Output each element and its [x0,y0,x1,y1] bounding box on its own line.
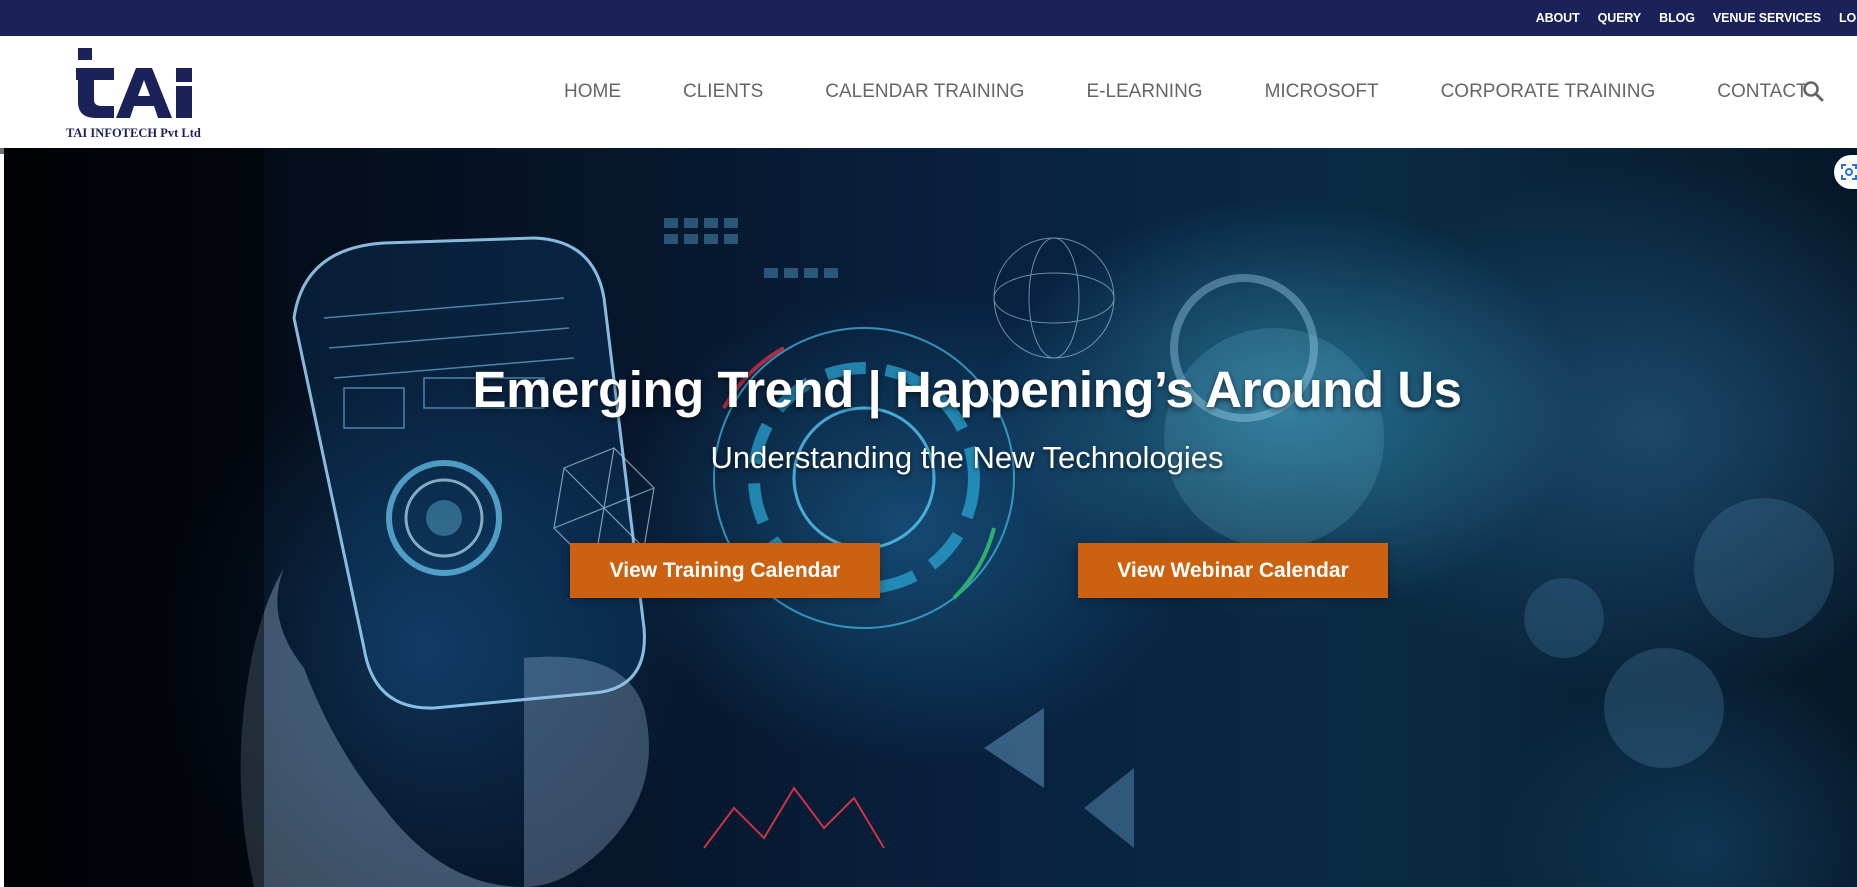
nav-e-learning[interactable]: E-LEARNING [1086,81,1202,103]
hero-subtitle: Understanding the New Technologies [710,440,1224,475]
top-utility-bar: ABOUT QUERY BLOG VENUE SERVICES LO [0,0,1857,36]
hero-banner: Emerging Trend | Happening’s Around Us U… [4,148,1857,887]
nav-calendar-training[interactable]: CALENDAR TRAINING [825,81,1024,103]
hero-background-art [4,148,1834,887]
top-link-query[interactable]: QUERY [1598,11,1642,25]
logo-mark-icon [76,48,192,118]
nav-contact[interactable]: CONTACT [1717,81,1807,103]
hero-title: Emerging Trend | Happening’s Around Us [472,361,1462,418]
view-training-calendar-button[interactable]: View Training Calendar [570,543,880,598]
top-links: ABOUT QUERY BLOG VENUE SERVICES LO [1536,0,1857,36]
search-icon[interactable] [1802,80,1824,102]
top-link-about[interactable]: ABOUT [1536,11,1580,25]
top-link-venue-services[interactable]: VENUE SERVICES [1713,11,1821,25]
logo[interactable]: TAI INFOTECH Pvt Ltd [66,42,201,142]
view-webinar-calendar-button[interactable]: View Webinar Calendar [1078,543,1388,598]
nav-clients[interactable]: CLIENTS [683,81,763,103]
main-nav: HOME CLIENTS CALENDAR TRAINING E-LEARNIN… [564,36,1808,148]
capture-icon [1841,164,1857,180]
nav-corporate-training[interactable]: CORPORATE TRAINING [1441,81,1656,103]
logo-text: TAI INFOTECH Pvt Ltd [66,126,201,140]
nav-microsoft[interactable]: MICROSOFT [1265,81,1379,103]
nav-home[interactable]: HOME [564,81,621,103]
top-link-login[interactable]: LO [1839,11,1857,25]
top-link-blog[interactable]: BLOG [1659,11,1695,25]
site-header: TAI INFOTECH Pvt Ltd HOME CLIENTS CALEND… [0,36,1857,148]
